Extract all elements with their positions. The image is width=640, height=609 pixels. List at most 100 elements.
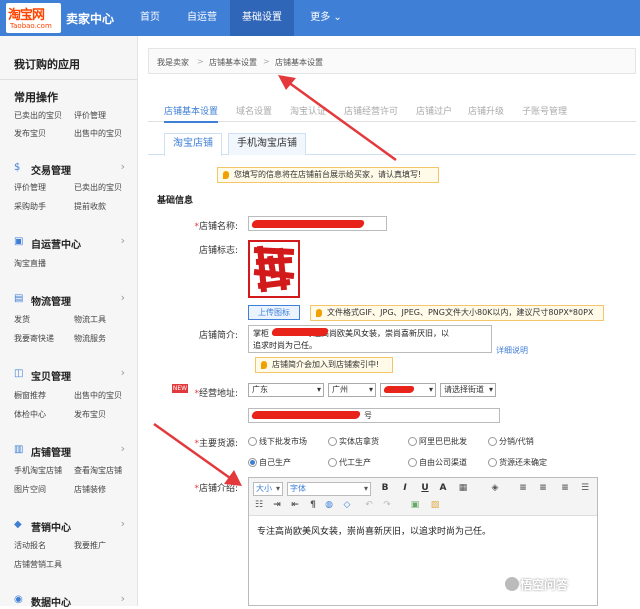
align-left-icon[interactable]: ≡: [517, 483, 529, 493]
link-send-express[interactable]: 我要寄快递: [14, 333, 54, 344]
tab-basic-settings[interactable]: 店铺基本设置: [164, 104, 219, 123]
radio-retail-store[interactable]: 实体店拿货: [328, 436, 379, 447]
goods-title[interactable]: 宝贝管理: [31, 368, 71, 383]
link-sold-items[interactable]: 已卖出的宝贝: [14, 110, 62, 121]
redaction-mark: [383, 386, 415, 393]
radio-distribution[interactable]: 分销/代销: [488, 436, 534, 447]
paragraph-icon[interactable]: ¶: [307, 500, 319, 510]
settings-tabs: 店铺基本设置 域名设置 淘宝认证 店铺经营许可 店铺过户 店铺升级 子账号管理: [148, 100, 636, 123]
tab-domain[interactable]: 域名设置: [236, 104, 272, 117]
data-center-title[interactable]: 数据中心: [31, 594, 71, 609]
link-health-check[interactable]: 体检中心: [14, 409, 46, 420]
trade-title[interactable]: 交易管理: [31, 162, 71, 177]
logistics-title[interactable]: 物流管理: [31, 293, 71, 308]
city-select[interactable]: 广州: [328, 383, 376, 397]
shop-title[interactable]: 店铺管理: [31, 444, 71, 459]
crumb-sep: >: [197, 57, 204, 66]
font-size-select[interactable]: 大小: [253, 482, 283, 496]
seller-center-title[interactable]: 卖家中心: [66, 10, 114, 27]
redaction-mark: [270, 328, 330, 336]
image-icon[interactable]: ▣: [409, 500, 421, 510]
outdent-icon[interactable]: ⇤: [289, 500, 301, 510]
link-window-recommend[interactable]: 橱窗推荐: [14, 390, 46, 401]
nav-self-operate[interactable]: 自运营: [174, 0, 230, 36]
link-purchase-assistant[interactable]: 采购助手: [14, 201, 46, 212]
tab-transfer[interactable]: 店铺过户: [416, 104, 452, 117]
chevron-right-icon: ›: [120, 234, 125, 247]
link-reviews-2[interactable]: 评价管理: [14, 182, 46, 193]
tab-mobile-taobao-shop[interactable]: 手机淘宝店铺: [228, 133, 306, 155]
description-label-text: 店铺介绍:: [198, 484, 238, 494]
bag-icon: ◫: [14, 368, 24, 379]
upload-logo-button[interactable]: 上传图标: [248, 305, 300, 320]
radio-own-company[interactable]: 自由公司渠道: [408, 457, 467, 468]
tab-upgrade[interactable]: 店铺升级: [468, 104, 504, 117]
link-items-on-sale-2[interactable]: 出售中的宝贝: [74, 390, 122, 401]
link-logistics-service[interactable]: 物流服务: [74, 333, 106, 344]
watermark: 悟空问答: [520, 578, 569, 592]
crumb-shop-settings[interactable]: 店铺基本设置: [209, 57, 257, 68]
link-image-space[interactable]: 图片空间: [14, 484, 46, 495]
link-logistics-tools[interactable]: 物流工具: [74, 314, 106, 325]
globe-icon[interactable]: ◍: [323, 500, 335, 510]
nav-more[interactable]: 更多 ⌄: [296, 0, 356, 36]
link-event-signup[interactable]: 活动报名: [14, 540, 46, 551]
tab-sub-accounts[interactable]: 子账号管理: [522, 104, 567, 117]
indent-icon[interactable]: ⇥: [271, 500, 283, 510]
underline-icon[interactable]: U: [419, 483, 431, 493]
ordered-list-icon[interactable]: ☷: [253, 500, 265, 510]
link-publish-item[interactable]: 发布宝贝: [14, 128, 46, 139]
intro-prefix: 掌柜: [253, 329, 269, 338]
background-color-icon[interactable]: ◈: [489, 483, 501, 493]
subscribed-apps[interactable]: 我订购的应用 ›: [0, 46, 137, 80]
link-reviews[interactable]: 评价管理: [74, 110, 106, 121]
operate-title[interactable]: 自运营中心: [31, 236, 81, 251]
align-center-icon[interactable]: ≡: [537, 483, 549, 493]
flash-icon[interactable]: ▨: [429, 500, 441, 510]
link-live[interactable]: 淘宝直播: [14, 258, 46, 269]
detail-link[interactable]: 详细说明: [496, 345, 528, 356]
align-right-icon[interactable]: ≡: [559, 483, 571, 493]
nav-home[interactable]: 首页: [126, 0, 174, 36]
redaction-mark: [250, 220, 366, 228]
radio-wholesale-market[interactable]: 线下批发市场: [248, 436, 307, 447]
link-ship[interactable]: 发货: [14, 314, 30, 325]
link-publish-item-2[interactable]: 发布宝贝: [74, 409, 106, 420]
list-icon[interactable]: ☰: [579, 483, 591, 493]
link-promote[interactable]: 我要推广: [74, 540, 106, 551]
taobao-logo[interactable]: 淘宝网 Taobao.com: [6, 3, 61, 33]
tab-certification[interactable]: 淘宝认证: [290, 104, 326, 117]
province-select[interactable]: 广东: [248, 383, 324, 397]
link-view-shop[interactable]: 查看淘宝店铺: [74, 465, 122, 476]
radio-undecided[interactable]: 货源还未确定: [488, 457, 547, 468]
source-label: *主要货源:: [194, 439, 238, 449]
font-color-icon[interactable]: A: [437, 483, 449, 493]
street-select[interactable]: 请选择街道: [440, 383, 496, 397]
link-items-on-sale[interactable]: 出售中的宝贝: [74, 128, 122, 139]
code-icon[interactable]: ◇: [341, 500, 353, 510]
font-family-select[interactable]: 字体: [287, 482, 371, 496]
tab-taobao-shop[interactable]: 淘宝店铺: [164, 133, 222, 156]
notice-top: 您填写的信息将在店铺前台展示给买家，请认真填写!: [217, 167, 439, 183]
radio-self-produced[interactable]: 自己生产: [248, 457, 291, 468]
radio-alibaba[interactable]: 阿里巴巴批发: [408, 436, 467, 447]
tab-license[interactable]: 店铺经营许可: [344, 104, 398, 117]
marketing-title[interactable]: 营销中心: [31, 519, 71, 534]
truck-icon: ▤: [14, 293, 24, 304]
undo-icon[interactable]: ↶: [363, 500, 375, 510]
megaphone-icon: ◆: [14, 519, 22, 530]
redo-icon[interactable]: ↷: [381, 500, 393, 510]
table-icon[interactable]: ▦: [457, 483, 469, 493]
link-sold-items-2[interactable]: 已卖出的宝贝: [74, 182, 122, 193]
link-shop-marketing-tools[interactable]: 店铺营销工具: [14, 559, 62, 570]
italic-icon[interactable]: I: [399, 483, 411, 493]
link-early-payment[interactable]: 提前收款: [74, 201, 106, 212]
notice-intro-index: 店铺简介会加入到店铺索引中!: [255, 357, 393, 373]
radio-oem[interactable]: 代工生产: [328, 457, 371, 468]
link-mobile-shop[interactable]: 手机淘宝店铺: [14, 465, 62, 476]
crumb-seller[interactable]: 我是卖家: [157, 57, 189, 68]
annotation-arrow-description: [153, 422, 242, 486]
bold-icon[interactable]: B: [379, 483, 391, 493]
nav-basic-settings[interactable]: 基础设置: [230, 0, 294, 36]
link-decorate[interactable]: 店铺装修: [74, 484, 106, 495]
